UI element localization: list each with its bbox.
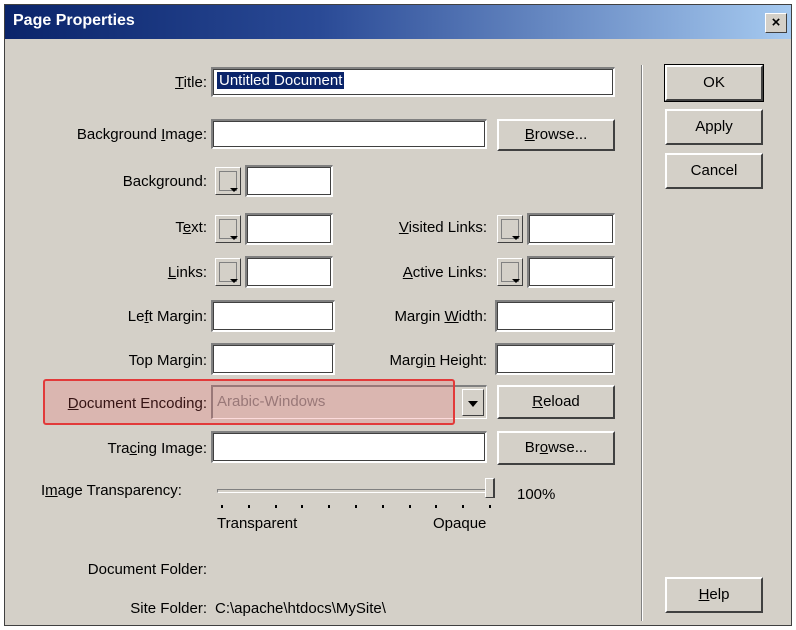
site-folder-label: Site Folder: [130, 600, 207, 617]
background-image-label: Background Image: [76, 126, 207, 143]
browse-tracing-button[interactable]: Browse... [497, 431, 615, 465]
vertical-separator [641, 65, 643, 621]
chevron-down-icon [230, 188, 238, 192]
document-encoding-select[interactable]: Arabic-Windows [211, 385, 487, 419]
site-folder-value: C:\apache\htdocs\MySite\ [215, 600, 386, 617]
ok-button[interactable]: OK [664, 64, 764, 102]
background-color-picker[interactable] [215, 167, 241, 195]
text-color-input[interactable] [245, 213, 333, 245]
slider-tick [247, 505, 250, 508]
chevron-down-icon [230, 279, 238, 283]
tracing-image-label: Tracing Image: [107, 440, 208, 457]
title-input[interactable]: Untitled Document [211, 67, 615, 97]
document-folder-label: Document Folder: [87, 561, 207, 578]
slider-tick [274, 505, 277, 508]
slider-tick [301, 505, 304, 508]
margin-width-input[interactable] [495, 300, 615, 332]
visited-links-label: Visited Links: [398, 219, 487, 236]
image-transparency-label: Image Transparency: [41, 482, 182, 499]
margin-height-label: Margin Height: [389, 352, 487, 369]
transparent-label: Transparent [217, 515, 298, 532]
active-links-label: Active Links: [402, 264, 487, 281]
chevron-down-icon [512, 279, 520, 283]
slider-tick [381, 505, 384, 508]
slider-tick [435, 505, 438, 508]
chevron-down-icon [230, 236, 238, 240]
links-color-picker[interactable] [215, 258, 241, 286]
page-properties-dialog: Page Properties × Title: Untitled Docume… [4, 4, 792, 626]
opaque-label: Opaque [433, 515, 487, 532]
close-icon: × [771, 14, 781, 31]
title-bar[interactable]: Page Properties × [5, 5, 791, 39]
active-links-color-picker[interactable] [497, 258, 523, 286]
tracing-image-input[interactable] [211, 431, 487, 463]
left-margin-label: Left Margin: [127, 308, 207, 325]
top-margin-label: Top Margin: [128, 352, 207, 369]
text-color-label: Text: [175, 219, 207, 236]
chevron-down-icon [512, 236, 520, 240]
title-value: Untitled Document [217, 72, 345, 89]
background-color-input[interactable] [245, 165, 333, 197]
document-encoding-label: Document Encoding: [67, 395, 207, 412]
document-encoding-value: Arabic-Windows [217, 393, 326, 410]
links-color-input[interactable] [245, 256, 333, 288]
top-margin-input[interactable] [211, 343, 335, 375]
chevron-down-icon[interactable] [462, 389, 484, 416]
margin-height-input[interactable] [495, 343, 615, 375]
slider-tick [489, 505, 491, 508]
close-button[interactable]: × [765, 13, 787, 33]
background-color-label: Background: [122, 173, 207, 190]
transparency-slider-track[interactable] [217, 489, 495, 493]
background-image-input[interactable] [211, 119, 487, 149]
slider-tick [408, 505, 411, 508]
help-button[interactable]: Help [665, 577, 763, 613]
slider-tick [355, 505, 357, 508]
browse-background-button[interactable]: Browse... [497, 119, 615, 151]
text-color-picker[interactable] [215, 215, 241, 243]
slider-tick [328, 505, 331, 508]
slider-tick [221, 505, 223, 508]
reload-button[interactable]: Reload [497, 385, 615, 419]
slider-tick [462, 505, 465, 508]
visited-links-color-input[interactable] [527, 213, 615, 245]
margin-width-label: Margin Width: [394, 308, 487, 325]
left-margin-input[interactable] [211, 300, 335, 332]
links-label: Links: [167, 264, 207, 281]
cancel-button[interactable]: Cancel [665, 153, 763, 189]
title-label: Title: [175, 74, 207, 91]
active-links-color-input[interactable] [527, 256, 615, 288]
apply-button[interactable]: Apply [665, 109, 763, 145]
transparency-slider-thumb[interactable] [485, 478, 495, 498]
visited-links-color-picker[interactable] [497, 215, 523, 243]
transparency-value: 100% [517, 486, 556, 503]
dialog-title: Page Properties [13, 12, 135, 29]
